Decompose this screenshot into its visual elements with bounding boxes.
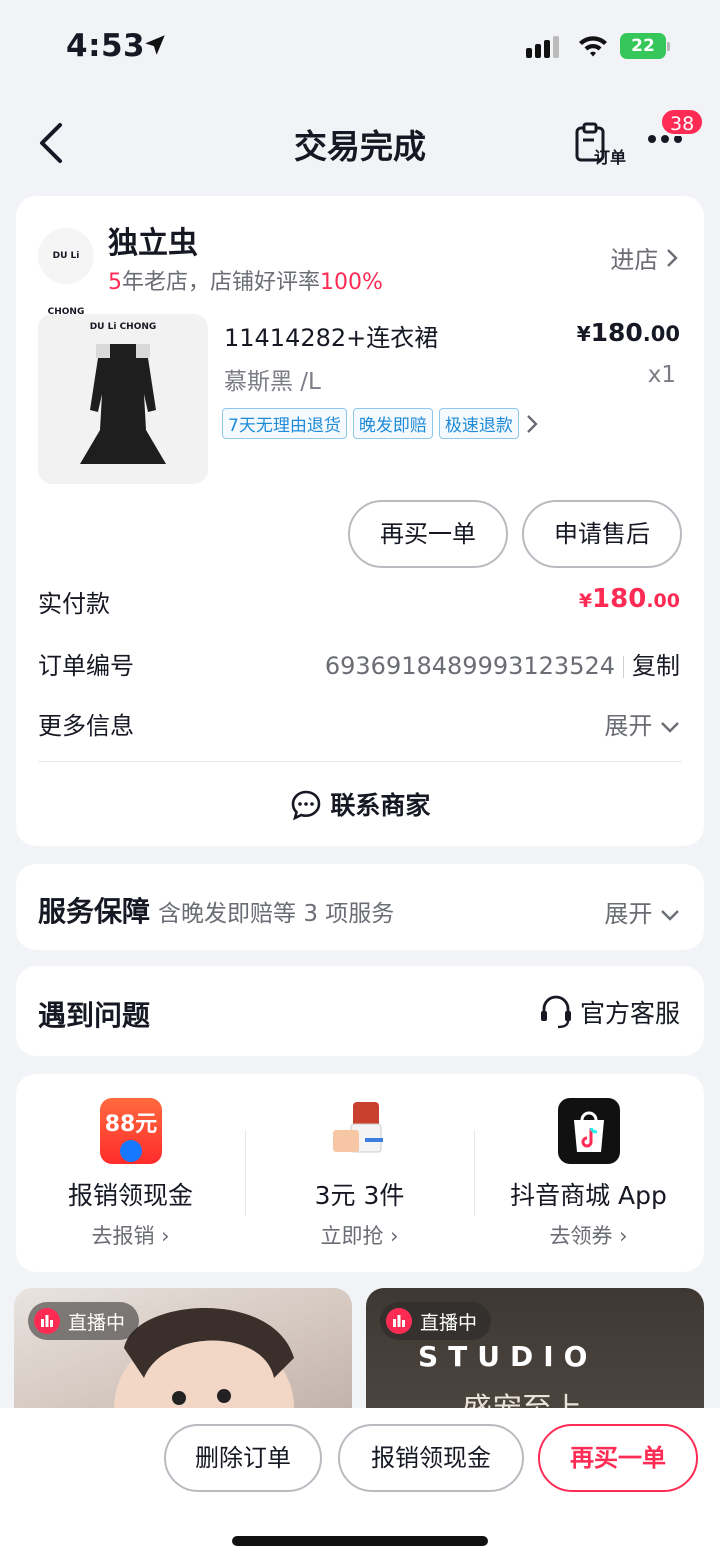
service-expand-label: 展开 <box>604 900 653 928</box>
live-feed-card[interactable]: 直播中 STUDIO 盛宠至上 <box>366 1288 704 1428</box>
price-decimal: .00 <box>642 322 680 346</box>
bottom-action-bar: 删除订单 报销领现金 再买一单 <box>0 1408 720 1558</box>
wifi-icon <box>577 33 609 63</box>
expand-label: 展开 <box>604 712 653 740</box>
promo-link[interactable]: 立即抢 › <box>245 1220 474 1250</box>
copy-button[interactable]: 复制 <box>632 652 680 680</box>
service-guarantee-card[interactable]: 服务保障 含晚发即赔等 3 项服务 展开 <box>16 864 704 950</box>
product-bundle-icon <box>329 1098 391 1164</box>
order-list-label: 订单 <box>594 148 627 167</box>
more-info-label: 更多信息 <box>38 712 134 740</box>
notification-badge: 38 <box>660 108 705 136</box>
paid-integer: 180 <box>592 584 647 614</box>
promo-link-label: 立即抢 <box>320 1224 384 1248</box>
more-info-expand[interactable]: 展开 <box>604 706 680 741</box>
live-feed-card[interactable]: 直播中 <box>14 1288 352 1428</box>
chat-bubble-icon <box>291 790 320 821</box>
promo-item-3for3[interactable]: 3元 3件 立即抢 › <box>245 1074 474 1272</box>
tag-late-compensation: 晚发即赔 <box>352 408 433 439</box>
cashback-coupon-icon: 88元 <box>100 1098 162 1164</box>
headset-icon <box>540 995 571 1029</box>
shop-logo[interactable]: DU Li CHONG <box>38 228 94 317</box>
delete-order-button[interactable]: 删除订单 <box>164 1424 322 1492</box>
customer-service-link[interactable]: 官方客服 <box>538 994 680 1030</box>
enter-shop-label: 进店 <box>610 246 659 274</box>
chevron-right-icon <box>526 414 538 433</box>
shop-name[interactable]: 独立虫 <box>108 218 198 262</box>
promo-item-cashback[interactable]: 88元 报销领现金 去报销 › <box>16 1074 245 1272</box>
promo-link-label: 去领券 <box>549 1224 613 1248</box>
product-price: ¥180.00 <box>577 318 680 347</box>
price-integer: 180 <box>590 318 643 347</box>
chevron-right-icon <box>667 249 678 267</box>
promo-link[interactable]: 去报销 › <box>16 1220 245 1250</box>
rebuy-button[interactable]: 再买一单 <box>348 500 508 568</box>
status-bar: 4:53 22 <box>0 0 720 96</box>
promo-item-douyin-mall[interactable]: 抖音商城 App 去领券 › <box>474 1074 703 1272</box>
chevron-down-icon <box>661 910 679 921</box>
product-image[interactable]: DU Li CHONG <box>38 314 208 484</box>
order-number-label: 订单编号 <box>38 652 134 680</box>
live-bars-icon <box>34 1308 60 1334</box>
douyin-mall-app-icon <box>558 1098 620 1164</box>
paid-label: 实付款 <box>38 590 110 618</box>
promo-link[interactable]: 去领券 › <box>474 1220 703 1250</box>
order-number: 6936918489993123524 <box>324 652 615 680</box>
home-indicator[interactable] <box>232 1536 488 1546</box>
battery-icon: 22 <box>620 33 670 59</box>
promo-title: 3元 3件 <box>314 1181 405 1210</box>
promo-title: 抖音商城 App <box>510 1181 667 1210</box>
service-expand[interactable]: 展开 <box>604 894 680 929</box>
problem-title: 遇到问题 <box>38 999 151 1032</box>
battery-level: 22 <box>620 33 666 59</box>
service-title: 服务保障 <box>38 895 151 928</box>
bottom-rebuy-button[interactable]: 再买一单 <box>538 1424 698 1492</box>
order-card: DU Li CHONG 独立虫 5年老店，店铺好评率100% 进店 DU Li … <box>16 196 704 846</box>
paid-decimal: .00 <box>646 590 680 612</box>
problem-card: 遇到问题 官方客服 <box>16 966 704 1056</box>
promo-card: 88元 报销领现金 去报销 › 3元 3件 立即抢 › 抖音商城 App 去领券… <box>16 1074 704 1272</box>
location-arrow-icon <box>142 32 168 62</box>
product-image-brand: DU Li CHONG <box>89 322 157 332</box>
tag-fast-refund: 极速退款 <box>438 408 519 439</box>
order-list-button[interactable]: 订单 <box>574 122 626 168</box>
paid-currency: ¥ <box>578 590 593 612</box>
customer-service-label: 官方客服 <box>579 999 680 1028</box>
contact-seller-label: 联系商家 <box>330 791 431 820</box>
live-badge: 直播中 <box>380 1302 492 1340</box>
price-currency: ¥ <box>576 322 591 346</box>
status-time: 4:53 <box>66 28 146 64</box>
service-title-row: 服务保障 含晚发即赔等 3 项服务 <box>38 890 394 930</box>
live-label: 直播中 <box>420 1311 478 1334</box>
after-sale-button[interactable]: 申请售后 <box>522 500 682 568</box>
service-tags[interactable]: 7天无理由退货 晚发即赔 极速退款 <box>222 408 539 439</box>
contact-seller-button[interactable]: 联系商家 <box>16 786 704 822</box>
shop-rating-line: 5年老店，店铺好评率100% <box>108 264 383 296</box>
cashback-button[interactable]: 报销领现金 <box>338 1424 524 1492</box>
service-subtitle: 含晚发即赔等 3 项服务 <box>158 901 395 927</box>
cellular-signal-icon <box>526 36 562 62</box>
cashback-coupon-text: 88元 <box>104 1112 158 1137</box>
shop-years: 5 <box>108 270 122 295</box>
live-bars-icon <box>386 1308 412 1334</box>
paid-amount: ¥180.00 <box>579 584 680 614</box>
dress-image-icon <box>80 344 166 464</box>
shop-rating: 100% <box>320 270 383 295</box>
product-title[interactable]: 11414282+连衣裙 <box>224 318 438 353</box>
enter-shop-link[interactable]: 进店 <box>610 240 678 275</box>
promo-title: 报销领现金 <box>67 1181 193 1210</box>
live-badge: 直播中 <box>28 1302 140 1340</box>
nav-bar: 交易完成 订单 38 <box>0 100 720 184</box>
chevron-down-icon <box>661 722 679 733</box>
promo-link-label: 去报销 <box>91 1224 155 1248</box>
live-label: 直播中 <box>68 1311 126 1334</box>
product-spec: 慕斯黑 /L <box>224 369 321 395</box>
studio-title: STUDIO <box>418 1340 598 1373</box>
shop-years-suffix: 年老店，店铺好评率 <box>122 270 321 295</box>
product-quantity: x1 <box>647 362 676 388</box>
tag-return: 7天无理由退货 <box>222 408 347 439</box>
order-number-row: 6936918489993123524 复制 <box>325 646 680 681</box>
divider <box>38 761 682 762</box>
